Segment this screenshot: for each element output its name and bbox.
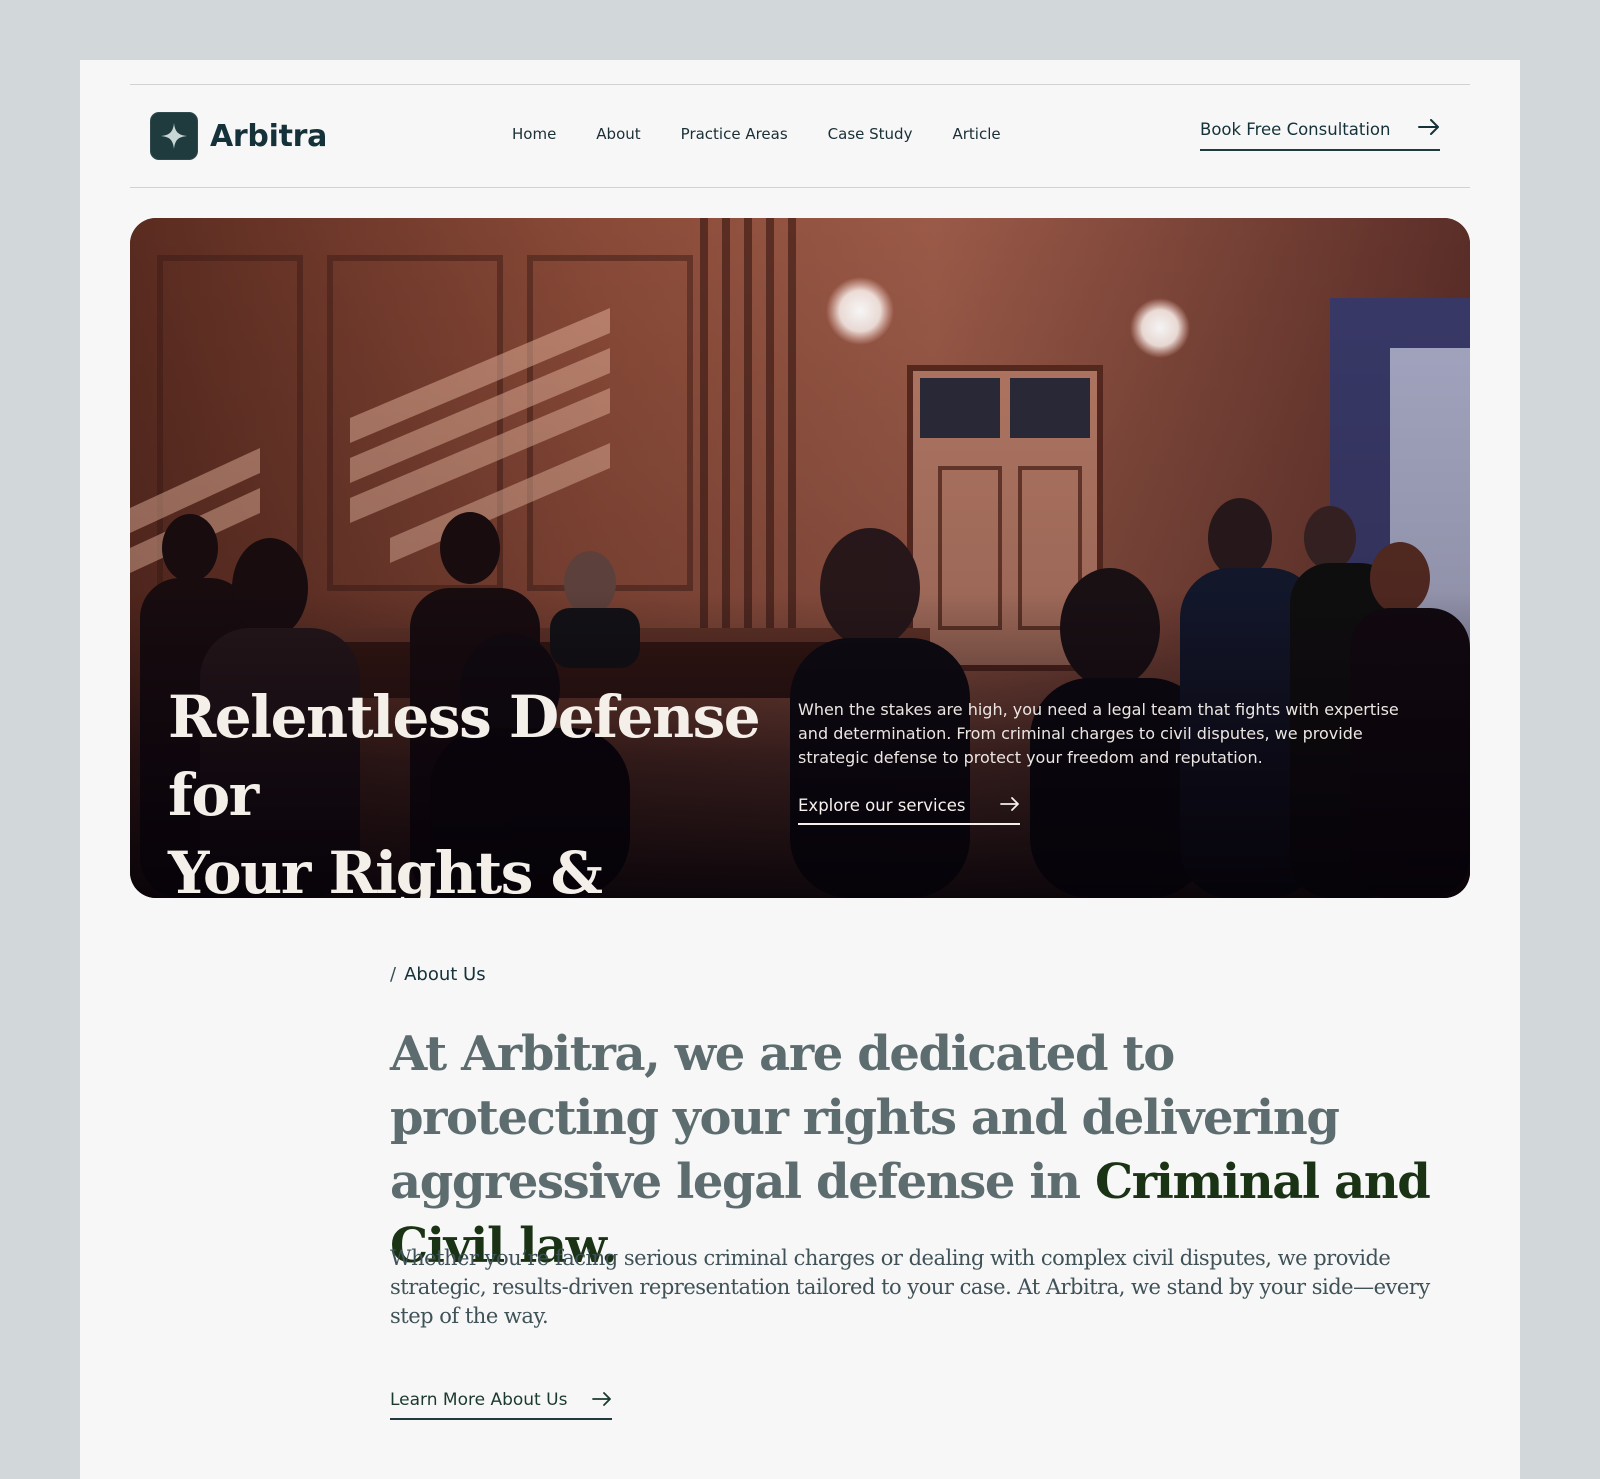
- arrow-right-icon: [1418, 119, 1440, 139]
- site-header: Arbitra Home About Practice Areas Case S…: [130, 84, 1470, 188]
- explore-services-link[interactable]: Explore our services: [798, 796, 1020, 825]
- hero-title: Relentless Defense for Your Rights & Fut…: [168, 678, 768, 898]
- book-consultation-button[interactable]: Book Free Consultation: [1200, 119, 1440, 151]
- brand-name: Arbitra: [210, 118, 328, 154]
- logo[interactable]: Arbitra: [150, 112, 327, 160]
- book-consultation-label: Book Free Consultation: [1200, 119, 1391, 139]
- slash-divider: /: [390, 964, 397, 985]
- hero-title-line2: Your Rights & Future: [168, 839, 603, 898]
- hero-title-line1: Relentless Defense for: [168, 683, 761, 829]
- nav-item-case-study[interactable]: Case Study: [828, 125, 913, 143]
- page: Arbitra Home About Practice Areas Case S…: [80, 60, 1520, 1479]
- nav-item-home[interactable]: Home: [512, 125, 556, 143]
- learn-more-about-link[interactable]: Learn More About Us: [390, 1390, 612, 1420]
- about-eyebrow: / About Us: [390, 964, 486, 985]
- about-body: Whether you’re facing serious criminal c…: [390, 1246, 1430, 1328]
- about-eyebrow-label: About Us: [404, 964, 486, 985]
- nav-item-article[interactable]: Article: [952, 125, 1000, 143]
- arrow-right-icon: [1000, 796, 1020, 815]
- about-heading: At Arbitra, we are dedicated to protecti…: [390, 1022, 1450, 1278]
- main-nav: Home About Practice Areas Case Study Art…: [512, 125, 1041, 143]
- nav-item-practice-areas[interactable]: Practice Areas: [681, 125, 788, 143]
- hero-banner: Relentless Defense for Your Rights & Fut…: [130, 218, 1470, 898]
- four-point-star-icon: [150, 112, 198, 160]
- nav-item-about[interactable]: About: [596, 125, 640, 143]
- learn-more-label: Learn More About Us: [390, 1390, 568, 1410]
- explore-services-label: Explore our services: [798, 796, 966, 815]
- arrow-right-icon: [592, 1391, 612, 1410]
- hero-description: When the stakes are high, you need a leg…: [798, 700, 1399, 767]
